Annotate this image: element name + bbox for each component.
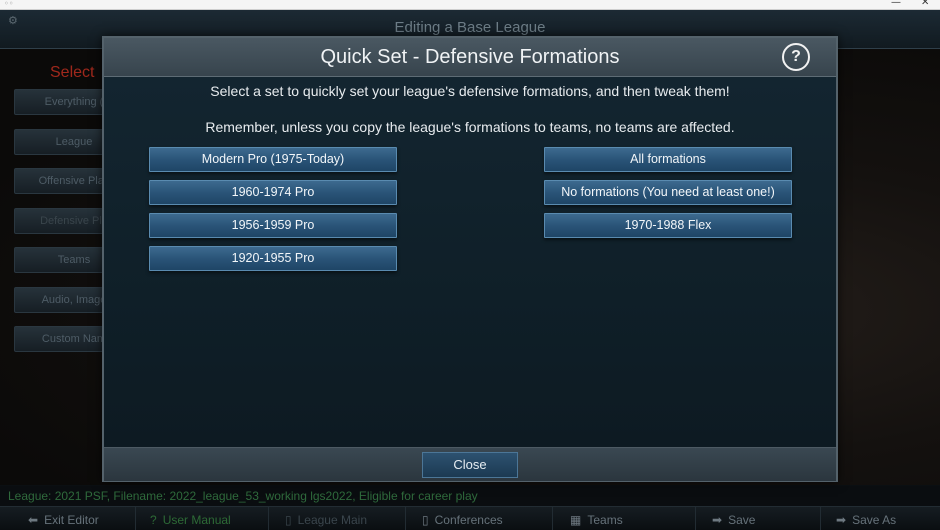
quick-set-dialog: Quick Set - Defensive Formations ? Selec… <box>102 36 838 482</box>
modern-pro-button[interactable]: Modern Pro (1975-Today) <box>149 147 397 172</box>
no-formations-button[interactable]: No formations (You need at least one!) <box>544 180 792 205</box>
window-titlebar: ◦◦ — ✕ <box>0 0 940 10</box>
conferences-button[interactable]: ▯ Conferences <box>422 513 503 527</box>
dialog-footer: Close <box>104 447 836 481</box>
grid-icon: ▦ <box>570 513 582 527</box>
trash-icon: ▯ <box>285 513 292 527</box>
arrow-right-icon: ➡ <box>836 513 847 527</box>
dialog-body: Select a set to quickly set your league'… <box>104 77 836 447</box>
arrow-right-icon: ➡ <box>712 513 723 527</box>
league-main-button[interactable]: ▯ League Main <box>285 513 367 527</box>
dialog-header: Quick Set - Defensive Formations ? <box>104 38 836 77</box>
help-icon[interactable]: ? <box>782 43 810 71</box>
trash-icon: ▯ <box>422 513 429 527</box>
pro-1960-1974-button[interactable]: 1960-1974 Pro <box>149 180 397 205</box>
arrow-left-icon: ⬅ <box>28 513 39 527</box>
league-info-status: League: 2021 PSF, Filename: 2022_league_… <box>0 486 940 506</box>
instruction-text: Select a set to quickly set your league'… <box>210 83 730 99</box>
flex-1970-1988-button[interactable]: 1970-1988 Flex <box>544 213 792 238</box>
pro-1920-1955-button[interactable]: 1920-1955 Pro <box>149 246 397 271</box>
close-button[interactable]: Close <box>422 452 518 478</box>
save-button[interactable]: ➡ Save <box>712 513 755 527</box>
app-title: Editing a Base League <box>394 19 546 36</box>
pro-1956-1959-button[interactable]: 1956-1959 Pro <box>149 213 397 238</box>
close-window-button[interactable]: ✕ <box>921 0 929 8</box>
dialog-title: Quick Set - Defensive Formations <box>320 46 620 68</box>
help-circle-icon: ? <box>150 513 157 527</box>
footer-toolbar: ⬅ Exit Editor ? User Manual ▯ League Main ▯… <box>0 506 940 530</box>
reminder-text: Remember, unless you copy the league's f… <box>205 119 735 135</box>
user-manual-button[interactable]: ? User Manual <box>150 513 231 527</box>
minimize-button[interactable]: — <box>891 0 901 8</box>
exit-editor-button[interactable]: ⬅ Exit Editor <box>28 513 99 527</box>
teams-button[interactable]: ▦ Teams <box>570 513 623 527</box>
all-formations-button[interactable]: All formations <box>544 147 792 172</box>
save-as-button[interactable]: ➡ Save As <box>836 513 896 527</box>
app-icon: ◦◦ <box>4 0 14 8</box>
select-label: Select <box>50 64 95 81</box>
